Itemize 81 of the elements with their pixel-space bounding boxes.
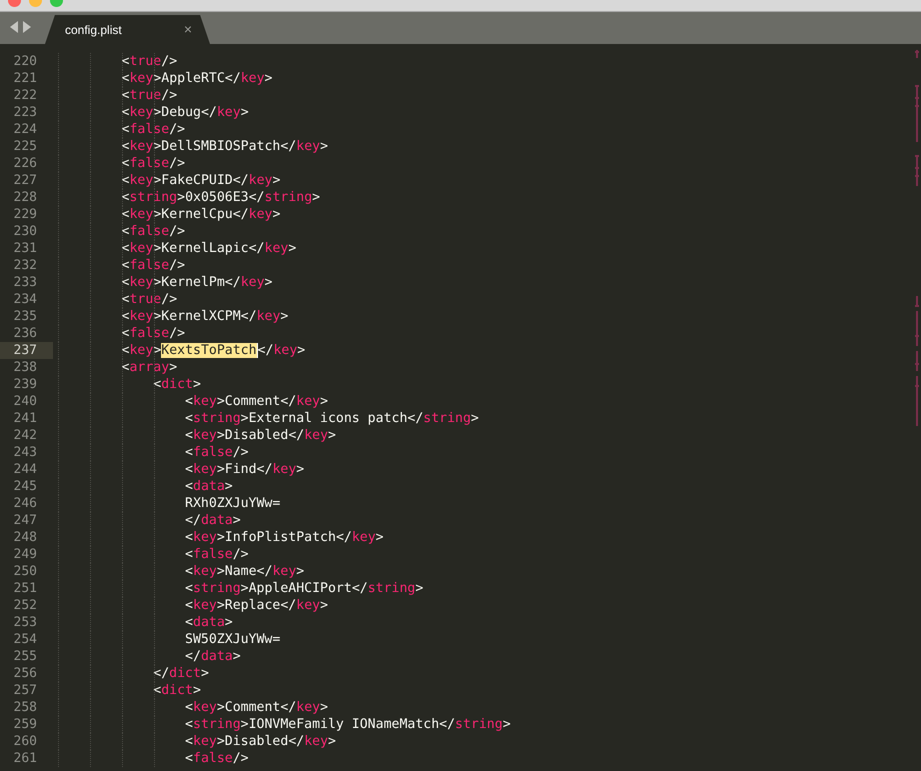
line-number: 239 [12, 376, 38, 393]
code-line: <true/> [120, 291, 178, 308]
code-text: </key> [258, 343, 306, 358]
line-number: 223 [12, 104, 38, 121]
line-number: 241 [12, 410, 38, 427]
line-number: 246 [12, 495, 38, 512]
line-number: 251 [12, 580, 38, 597]
line-number: 222 [12, 87, 38, 104]
back-arrow-icon[interactable] [10, 21, 18, 33]
line-number: 240 [12, 393, 38, 410]
line-number: 225 [12, 138, 38, 155]
code-line: <key>Disabled</key> [184, 427, 336, 444]
line-number: 226 [12, 155, 38, 172]
code-line: <data> [184, 614, 233, 631]
code-line: <key>Replace</key> [184, 597, 328, 614]
line-number: 247 [12, 512, 38, 529]
code-line: <string>0x0506E3</string> [120, 189, 320, 206]
code-line: <false/> [120, 325, 186, 342]
code-line: <false/> [184, 546, 249, 563]
line-number: 253 [12, 614, 38, 631]
file-tab[interactable]: config.plist × [45, 15, 210, 44]
code-line: <string>External icons patch</string> [184, 410, 479, 427]
line-number: 228 [12, 189, 38, 206]
code-line: <key>Comment</key> [184, 393, 328, 410]
code-line: <array> [120, 359, 178, 376]
code-line: <false/> [120, 257, 186, 274]
line-number: 256 [12, 665, 38, 682]
line-number: 249 [12, 546, 38, 563]
code-line: </dict> [152, 665, 209, 682]
line-number: 231 [12, 240, 38, 257]
line-number: 252 [12, 597, 38, 614]
code-text: KextsToPatch [161, 343, 258, 358]
code-line: <true/> [120, 53, 178, 70]
code-line: </data> [184, 648, 241, 665]
line-number: 243 [12, 444, 38, 461]
line-number: 242 [12, 427, 38, 444]
line-number: 221 [12, 70, 38, 87]
code-line: <key>Find</key> [184, 461, 304, 478]
code-line: <true/> [120, 87, 178, 104]
code-line: <dict> [152, 376, 201, 393]
line-number: 235 [12, 308, 38, 325]
line-number: 229 [12, 206, 38, 223]
code-line: <false/> [184, 444, 249, 461]
code-line: <key>Disabled</key> [184, 733, 336, 750]
line-number: 254 [12, 631, 38, 648]
line-number: 258 [12, 699, 38, 716]
code-line: <string>AppleAHCIPort</string> [184, 580, 424, 597]
line-number: 255 [12, 648, 38, 665]
line-number: 244 [12, 461, 38, 478]
line-number: 227 [12, 172, 38, 189]
line-number: 220 [12, 53, 38, 70]
code-line: SW50ZXJuYWw= [184, 631, 280, 648]
line-number: 248 [12, 529, 38, 546]
code-line: <key>Name</key> [184, 563, 304, 580]
code-line: <data> [184, 478, 233, 495]
code-line: <false/> [120, 223, 186, 240]
line-number: 232 [12, 257, 38, 274]
line-number: 233 [12, 274, 38, 291]
code-line: <false/> [184, 750, 249, 767]
line-number: 259 [12, 716, 38, 733]
line-number: 230 [12, 223, 38, 240]
code-line: <false/> [120, 121, 186, 138]
line-number: 261 [12, 750, 38, 767]
line-number: 245 [12, 478, 38, 495]
line-number: 257 [12, 682, 38, 699]
code-line: <key>InfoPlistPatch</key> [184, 529, 384, 546]
code-line: <false/> [120, 155, 186, 172]
line-number: 250 [12, 563, 38, 580]
code-line: <key>Comment</key> [184, 699, 328, 716]
tab-close-button[interactable]: × [184, 19, 192, 40]
code-line: </data> [184, 512, 241, 529]
code-line: <dict> [152, 682, 201, 699]
line-number: 224 [12, 121, 38, 138]
code-line: RXh0ZXJuYWw= [184, 495, 280, 512]
line-number: 236 [12, 325, 38, 342]
forward-arrow-icon[interactable] [23, 21, 31, 33]
line-number: 260 [12, 733, 38, 750]
line-number: 238 [12, 359, 38, 376]
code-line: <string>IONVMeFamily IONameMatch</string> [184, 716, 511, 733]
line-number: 234 [12, 291, 38, 308]
line-number: 237 [0, 342, 53, 359]
